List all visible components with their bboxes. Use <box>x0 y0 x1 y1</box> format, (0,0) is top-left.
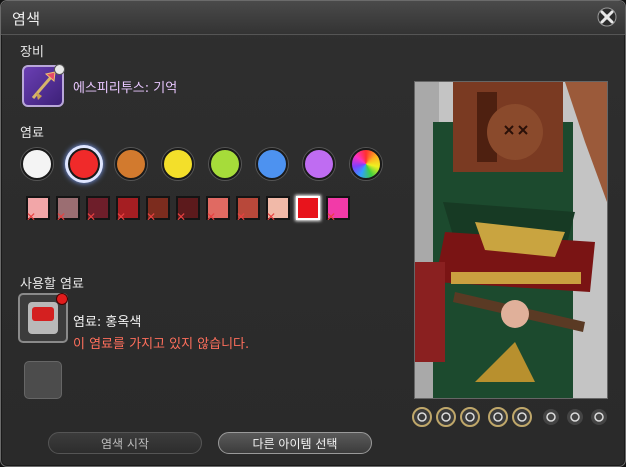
reset-icon[interactable] <box>591 409 607 425</box>
dye-category-white[interactable] <box>21 148 53 180</box>
title-bar[interactable]: 염색 <box>1 1 625 35</box>
equipment-slot[interactable] <box>22 64 65 107</box>
window-title: 염색 <box>12 10 41 28</box>
character-preview[interactable] <box>414 81 608 399</box>
dye-color-chip[interactable]: ✕ <box>146 196 170 224</box>
hat-icon[interactable] <box>436 407 456 427</box>
dye-category-red[interactable] <box>68 148 100 180</box>
unavailable-icon: ✕ <box>326 210 337 224</box>
unavailable-icon: ✕ <box>146 210 157 224</box>
weapon-icon[interactable] <box>412 407 432 427</box>
figure-icon[interactable] <box>488 407 508 427</box>
unavailable-icon: ✕ <box>236 210 247 224</box>
unavailable-icon: ✕ <box>26 210 37 224</box>
close-icon[interactable] <box>597 7 617 27</box>
camera-icon[interactable] <box>512 407 532 427</box>
dye-label: 염료 <box>20 126 44 141</box>
dye-category-purple[interactable] <box>303 148 335 180</box>
unavailable-icon: ✕ <box>176 210 187 224</box>
dye-color-chip[interactable]: ✕ <box>26 196 50 224</box>
unavailable-icon: ✕ <box>266 210 277 224</box>
dye-color-chip[interactable]: ✕ <box>116 196 140 224</box>
equipment-label: 장비 <box>20 45 44 60</box>
unavailable-icon: ✕ <box>86 210 97 224</box>
visor-icon[interactable] <box>460 407 480 427</box>
unavailable-icon: ✕ <box>56 210 67 224</box>
dye-category-rainbow[interactable] <box>350 148 382 180</box>
dye-name: 염료: 홍옥색 <box>73 315 142 330</box>
start-dye-button[interactable]: 염색 시작 <box>48 432 202 454</box>
dye-color-chip[interactable]: ✕ <box>236 196 260 224</box>
status-dot <box>56 293 68 305</box>
dye-category-yellow[interactable] <box>162 148 194 180</box>
unavailable-icon: ✕ <box>206 210 217 224</box>
dye-color-chip[interactable] <box>296 196 320 220</box>
empty-dye-slot[interactable] <box>24 361 62 399</box>
dye-warning: 이 염료를 가지고 있지 않습니다. <box>73 337 250 352</box>
dye-color-chip[interactable]: ✕ <box>176 196 200 224</box>
use-dye-label: 사용할 염료 <box>20 277 84 292</box>
dye-window: 염색 장비 에스피리투스: 기억 염료 ✕ ✕ ✕ ✕ ✕ ✕ ✕ ✕ ✕ ✕ 사용할 염료 염료… <box>0 0 626 467</box>
dye-category-blue[interactable] <box>256 148 288 180</box>
select-other-item-button[interactable]: 다른 아이템 선택 <box>218 432 372 454</box>
equipment-item-name: 에스피리투스: 기억 <box>73 81 178 96</box>
status-dot <box>54 64 65 75</box>
dye-color-chip[interactable]: ✕ <box>86 196 110 224</box>
unavailable-icon: ✕ <box>116 210 127 224</box>
dye-paint <box>32 307 54 321</box>
dye-category-green[interactable] <box>209 148 241 180</box>
eye-icon[interactable] <box>567 409 583 425</box>
dye-color-chip[interactable]: ✕ <box>56 196 80 224</box>
character-render <box>415 82 607 398</box>
dye-color-chip[interactable]: ✕ <box>326 196 350 224</box>
dye-color-chip[interactable]: ✕ <box>206 196 230 224</box>
dye-color-chip[interactable]: ✕ <box>266 196 290 224</box>
dye-category-brown[interactable] <box>115 148 147 180</box>
dye-slot[interactable] <box>18 293 68 343</box>
lighting-icon[interactable] <box>543 409 559 425</box>
